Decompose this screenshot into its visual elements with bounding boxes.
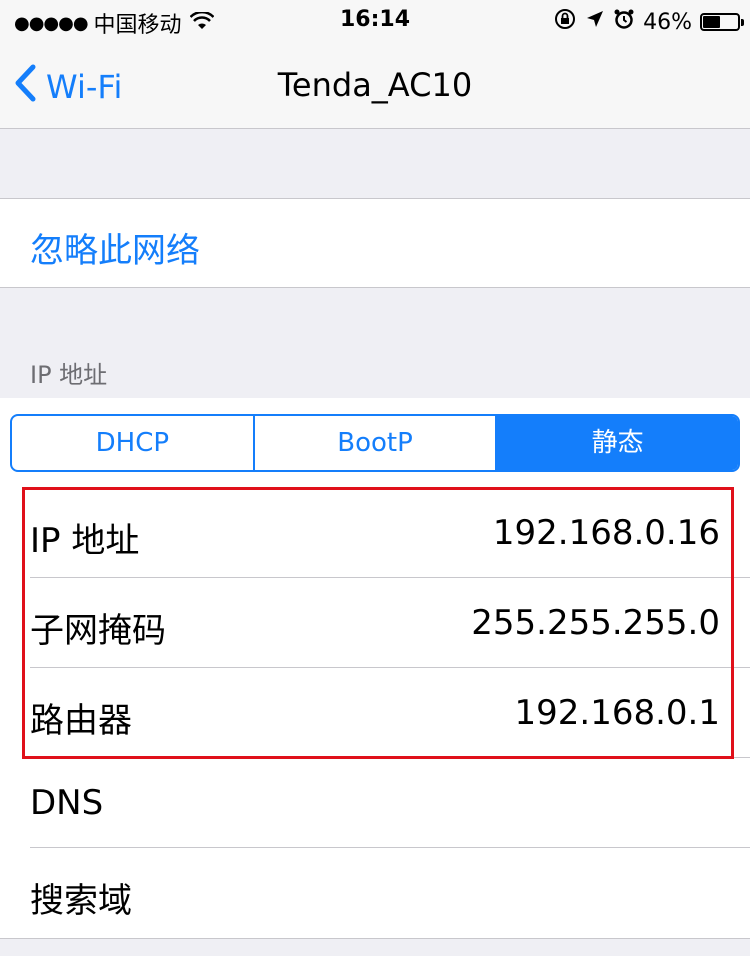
forget-network-cell[interactable]: 忽略此网络 — [0, 198, 750, 288]
ip-address-row[interactable]: IP 地址 192.168.0.16 — [0, 488, 750, 578]
navigation-bar: Wi-Fi Tenda_AC10 — [0, 40, 750, 129]
ip-mode-segmented-wrapper: DHCP BootP 静态 — [0, 398, 750, 488]
router-value[interactable]: 192.168.0.1 — [515, 693, 720, 733]
row-label: DNS — [30, 783, 104, 823]
row-label: IP 地址 — [30, 521, 140, 561]
ip-address-value[interactable]: 192.168.0.16 — [493, 513, 720, 553]
alarm-icon — [613, 8, 635, 36]
dns-row[interactable]: DNS — [0, 758, 750, 848]
battery-icon — [700, 13, 744, 31]
location-arrow-icon — [585, 9, 605, 35]
page-title: Tenda_AC10 — [277, 66, 473, 104]
row-label: 路由器 — [30, 701, 132, 741]
segment-static[interactable]: 静态 — [495, 416, 738, 470]
subnet-mask-row[interactable]: 子网掩码 255.255.255.0 — [0, 578, 750, 668]
rotation-lock-icon — [553, 7, 577, 37]
status-bar: ●●●●● 中国移动 16:14 46% — [0, 0, 750, 40]
segment-bootp[interactable]: BootP — [252, 416, 496, 470]
battery-level-fill — [703, 16, 720, 28]
ip-section-header: IP 地址 — [30, 361, 108, 389]
ip-settings-list: IP 地址 192.168.0.16 子网掩码 255.255.255.0 路由… — [0, 488, 750, 939]
ip-mode-segmented-control[interactable]: DHCP BootP 静态 — [10, 414, 740, 472]
status-right: 46% — [553, 7, 744, 37]
router-row[interactable]: 路由器 192.168.0.1 — [0, 668, 750, 758]
row-label: 搜索域 — [30, 881, 132, 921]
subnet-mask-value[interactable]: 255.255.255.0 — [471, 603, 720, 643]
segment-dhcp[interactable]: DHCP — [12, 416, 253, 470]
forget-network-button[interactable]: 忽略此网络 — [30, 223, 200, 272]
row-label: 子网掩码 — [30, 611, 166, 651]
battery-percent: 46% — [643, 9, 692, 35]
search-domain-row[interactable]: 搜索域 — [0, 848, 750, 938]
